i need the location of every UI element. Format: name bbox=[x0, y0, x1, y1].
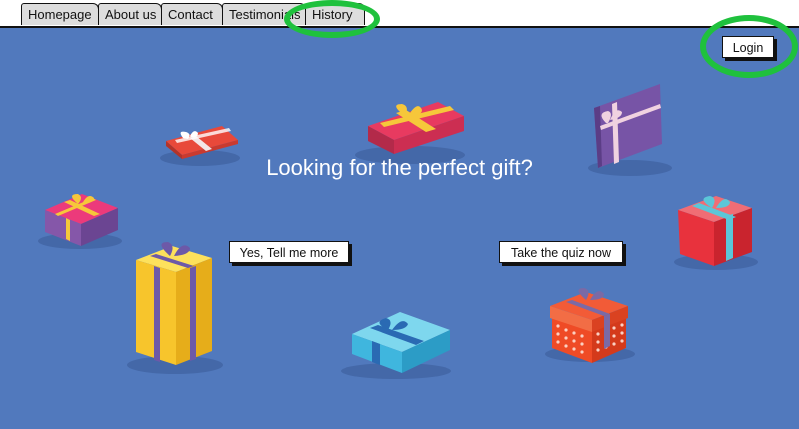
tab-contact[interactable]: Contact bbox=[161, 3, 223, 25]
tab-about-us[interactable]: About us bbox=[98, 3, 162, 25]
gift-box-icon bbox=[127, 242, 223, 374]
gift-box-icon bbox=[545, 288, 635, 363]
gift-box-icon bbox=[38, 194, 122, 249]
gift-illustrations bbox=[38, 84, 758, 379]
hero-headline: Looking for the perfect gift? bbox=[266, 155, 533, 180]
take-quiz-button[interactable]: Take the quiz now bbox=[499, 241, 623, 263]
tab-homepage[interactable]: Homepage bbox=[21, 3, 99, 25]
top-nav: Homepage About us Contact Testimonials H… bbox=[0, 0, 799, 28]
login-highlight-circle bbox=[700, 15, 798, 78]
gift-box-icon bbox=[674, 196, 758, 270]
gift-box-icon bbox=[341, 312, 451, 379]
history-highlight-circle bbox=[284, 0, 380, 38]
tell-me-more-button[interactable]: Yes, Tell me more bbox=[229, 241, 349, 263]
